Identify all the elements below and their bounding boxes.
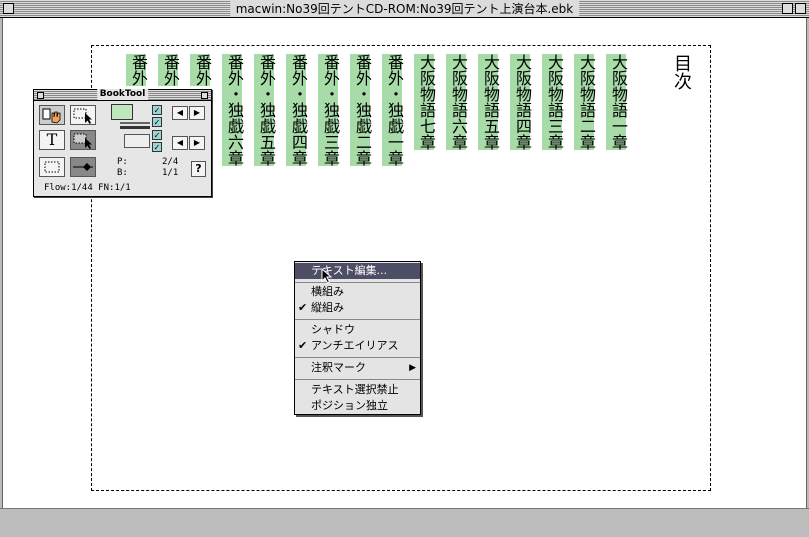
menu-separator: [295, 282, 420, 283]
flow-status: Flow:1/44 FN:1/1: [44, 183, 131, 193]
chapter-column-5[interactable]: 番外・独戯五章: [254, 54, 276, 166]
menu-item-edit-text[interactable]: テキスト編集...: [295, 263, 420, 279]
menu-item-horizontal[interactable]: 横組み: [295, 284, 420, 300]
next-page-arrow-icon[interactable]: ▶: [189, 106, 205, 120]
hand-icon: [42, 108, 61, 124]
chapter-column-3[interactable]: 番外: [190, 54, 212, 86]
chapter-column-8[interactable]: 番外・独戯二章: [350, 54, 372, 166]
page-label: P:: [117, 157, 128, 167]
chapter-column-14[interactable]: 大阪物語三章: [542, 54, 564, 150]
frame-arrow-icon: [73, 133, 92, 149]
submenu-arrow-icon: ▶: [409, 363, 416, 373]
chapter-column-12[interactable]: 大阪物語五章: [478, 54, 500, 150]
select-frame-tool-button[interactable]: [70, 105, 96, 125]
context-menu[interactable]: テキスト編集... 横組み ✔ 縦組み シャドウ ✔ アンチエイリアス 注釈マーク ▶…: [294, 261, 421, 415]
collapse-box[interactable]: [795, 3, 806, 14]
line-tool-button[interactable]: [70, 157, 96, 177]
booktool-title-bar[interactable]: BookTool: [34, 89, 211, 101]
booktool-close-box[interactable]: [37, 92, 44, 99]
block-label: B:: [117, 168, 128, 178]
window-title: macwin:No39回テントCD-ROM:No39回テント上演台本.ebk: [229, 1, 580, 17]
prev-block-arrow-icon[interactable]: ◀: [172, 136, 188, 150]
chapter-column-4[interactable]: 番外・独戯六章: [222, 54, 244, 166]
check-icon: ✔: [298, 301, 308, 314]
frame-select-tool-button[interactable]: [70, 130, 96, 150]
zoom-box[interactable]: [782, 3, 793, 14]
arrow-cursor-icon: [321, 268, 333, 284]
page-value: 2/4: [162, 157, 179, 167]
close-box[interactable]: [3, 3, 14, 14]
booktool-title: BookTool: [96, 89, 149, 100]
chapter-column-6[interactable]: 番外・独戯四章: [286, 54, 308, 166]
text-tool-button[interactable]: T: [39, 130, 65, 150]
check-icon: ✔: [298, 339, 308, 352]
menu-item-antialias[interactable]: ✔ アンチエイリアス: [295, 338, 420, 354]
checkbox-4[interactable]: ✓: [152, 142, 162, 152]
checkbox-2[interactable]: ✓: [152, 117, 162, 127]
booktool-palette[interactable]: BookTool T ✓ ✓ ✓ ✓ ◀ ▶ ◀ ▶ P: 2/4 B: 1/1…: [33, 89, 212, 197]
chapter-column-10[interactable]: 大阪物語七章: [414, 54, 436, 150]
frame-tool-button[interactable]: [39, 157, 65, 177]
menu-separator: [295, 379, 420, 380]
fill-color-swatch[interactable]: [111, 104, 133, 120]
menu-item-disable-text-selection[interactable]: テキスト選択禁止: [295, 382, 420, 398]
chapter-column-2[interactable]: 番外: [158, 54, 180, 86]
help-button[interactable]: ?: [191, 161, 206, 177]
chapter-column-7[interactable]: 番外・独戯三章: [318, 54, 340, 166]
menu-item-annotation-mark[interactable]: 注釈マーク ▶: [295, 360, 420, 376]
hand-tool-button[interactable]: [39, 105, 65, 125]
menu-separator: [295, 357, 420, 358]
shadow-line-2: [120, 126, 150, 129]
booktool-collapse-box[interactable]: [201, 92, 208, 99]
line-diamond-icon: [73, 163, 93, 171]
chapter-column-15[interactable]: 大阪物語二章: [574, 54, 596, 150]
title-bar[interactable]: macwin:No39回テントCD-ROM:No39回テント上演台本.ebk: [0, 0, 809, 18]
menu-item-independent-position[interactable]: ポジション独立: [295, 398, 420, 414]
checkbox-3[interactable]: ✓: [152, 130, 162, 140]
chapter-column-13[interactable]: 大阪物語四章: [510, 54, 532, 150]
checkbox-1[interactable]: ✓: [152, 105, 162, 115]
next-block-arrow-icon[interactable]: ▶: [189, 136, 205, 150]
menu-separator: [295, 319, 420, 320]
prev-page-arrow-icon[interactable]: ◀: [172, 106, 188, 120]
block-value: 1/1: [162, 168, 179, 178]
bottom-scrollbar-area: [0, 508, 809, 537]
chapter-column-1[interactable]: 番外: [126, 54, 148, 86]
shadow-swatch[interactable]: [124, 134, 150, 148]
menu-item-shadow[interactable]: シャドウ: [295, 322, 420, 338]
chapter-column-11[interactable]: 大阪物語六章: [446, 54, 468, 150]
select-arrow-icon: [73, 108, 92, 124]
chapter-column-16[interactable]: 大阪物語一章: [606, 54, 628, 150]
dotted-frame-icon: [44, 161, 60, 173]
chapter-column-9[interactable]: 番外・独戯一章: [382, 54, 404, 166]
shadow-line-1: [120, 122, 150, 124]
toc-heading: 目次: [671, 54, 692, 90]
menu-item-vertical[interactable]: ✔ 縦組み: [295, 300, 420, 316]
